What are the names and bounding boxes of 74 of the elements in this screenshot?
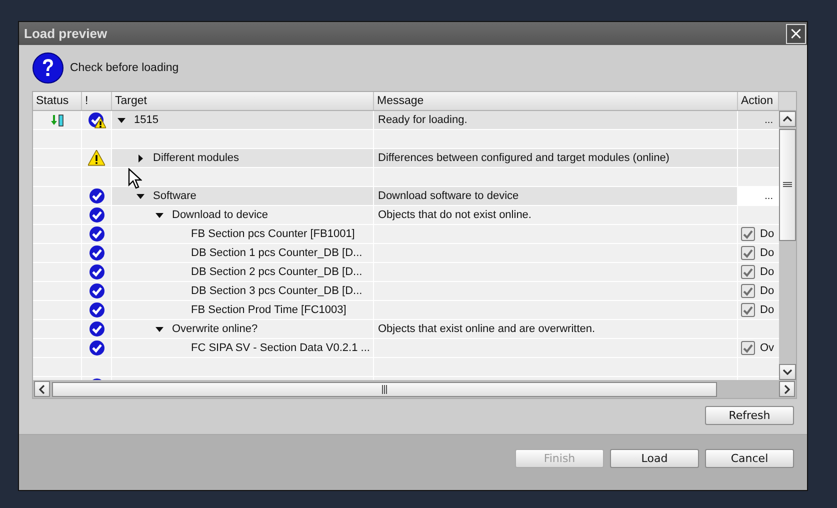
dialog-button[interactable]: Cancel (705, 449, 794, 468)
more-button[interactable]: ... (764, 114, 773, 126)
message-text: Differences between configured and target modules (online) (378, 152, 670, 164)
chevron-right-icon (784, 384, 790, 394)
scroll-thumb[interactable] (779, 129, 796, 241)
scroll-thumb[interactable] (52, 382, 717, 396)
column-header[interactable]: ! (82, 92, 112, 110)
dialog-heading: Check before loading (70, 62, 179, 74)
action-label: Do (760, 285, 774, 297)
dialog-button[interactable]: Refresh (705, 406, 794, 425)
dialog-button[interactable]: Load (610, 449, 699, 468)
vertical-scrollbar[interactable] (779, 111, 796, 380)
action-label: Ov (760, 342, 774, 354)
target-name[interactable]: Software (153, 190, 196, 202)
action-cell[interactable]: ... (738, 187, 779, 205)
checkmark-icon (743, 344, 753, 352)
table-row[interactable]: Software Download software to device ... (33, 187, 779, 206)
scroll-left-button[interactable] (34, 381, 50, 397)
column-header[interactable]: Target (112, 92, 374, 110)
expanded-triangle-icon[interactable] (117, 116, 126, 124)
action-label: Do (760, 266, 774, 278)
table-row[interactable]: FB Section pcs Counter [FB1001] Do (33, 225, 779, 244)
table-row[interactable]: DB Section 3 pcs Counter_DB [D... Do (33, 282, 779, 301)
checkbox[interactable] (741, 303, 755, 317)
chevron-down-icon (783, 369, 792, 375)
target-name[interactable]: 1515 (134, 114, 158, 126)
table-row[interactable]: Different modules Differences between configured and target modules (online) (33, 149, 779, 168)
expanded-triangle-icon[interactable] (136, 192, 145, 200)
action-label: Do (760, 228, 774, 240)
checkbox[interactable] (741, 265, 755, 279)
scroll-down-button[interactable] (779, 364, 796, 380)
scroll-right-button[interactable] (779, 381, 795, 397)
horizontal-scrollbar[interactable] (33, 380, 796, 398)
message-text: Ready for loading. (378, 114, 468, 126)
more-button[interactable]: ... (764, 190, 773, 202)
checkbox[interactable] (741, 341, 755, 355)
chevron-left-icon (39, 384, 45, 394)
window-title: Load preview (24, 26, 108, 41)
action-label: Do (760, 304, 774, 316)
table-row[interactable]: FC SIPA SV - Section Data V0.2.1 ... Ov (33, 339, 779, 358)
checkbox[interactable] (741, 246, 755, 260)
table-row[interactable]: 1515 Ready for loading. ... (33, 111, 779, 130)
checkbox[interactable] (741, 227, 755, 241)
header-corner (779, 92, 796, 110)
target-name[interactable]: Download to device (172, 209, 268, 221)
grip-icon (382, 384, 388, 394)
target-name[interactable]: FB Section pcs Counter [FB1001] (191, 228, 355, 240)
message-text: Download software to device (378, 190, 519, 202)
expanded-triangle-icon[interactable] (155, 324, 164, 334)
column-header[interactable]: Status (33, 92, 82, 110)
table-row[interactable]: Download to device Objects that do not exist online. (33, 206, 779, 225)
grip-icon (783, 182, 792, 188)
table-row[interactable]: DB Section 1 pcs Counter_DB [D... Do (33, 244, 779, 263)
target-name[interactable]: FC SIPA SV - Section Data V0.2.1 ... (191, 342, 370, 354)
target-name[interactable]: Different modules (153, 152, 240, 164)
chevron-up-icon (783, 116, 792, 122)
table-row[interactable]: FB Section Prod Time [FC1003] Do (33, 301, 779, 320)
target-name[interactable]: FB Section Prod Time [FC1003] (191, 304, 346, 316)
action-label: Do (760, 247, 774, 259)
target-name[interactable]: DB Section 1 pcs Counter_DB [D... (191, 247, 362, 259)
scroll-up-button[interactable] (779, 111, 796, 127)
target-name[interactable]: DB Section 3 pcs Counter_DB [D... (191, 285, 362, 297)
help-icon (32, 52, 64, 84)
expanded-triangle-icon[interactable] (155, 210, 164, 220)
message-text: Objects that do not exist online. (378, 209, 532, 221)
target-name[interactable]: Overwrite online? (172, 323, 258, 335)
table-row[interactable]: DB Section 2 pcs Counter_DB [D... Do (33, 263, 779, 282)
target-name[interactable]: DB Section 2 pcs Counter_DB [D... (191, 266, 362, 278)
column-header[interactable]: Message (374, 92, 738, 110)
message-text: Objects that exist online and are overwritten. (378, 323, 596, 335)
close-button[interactable]: × (786, 24, 806, 44)
checkbox[interactable] (741, 284, 755, 298)
collapsed-triangle-icon[interactable] (136, 154, 145, 162)
table-row[interactable]: Overwrite online? Objects that exist online and are overwritten. (33, 320, 779, 339)
